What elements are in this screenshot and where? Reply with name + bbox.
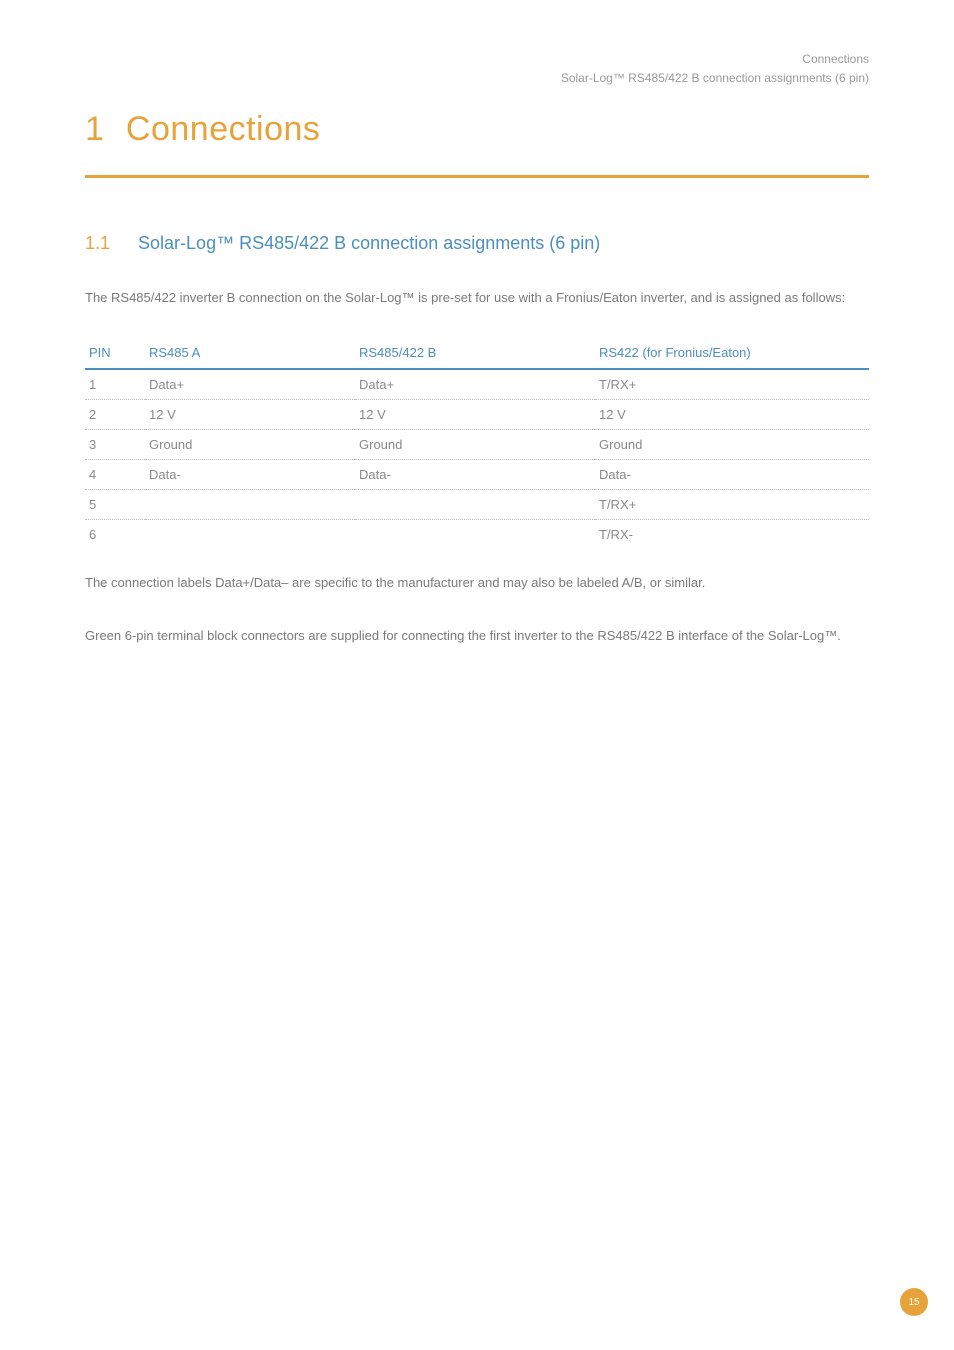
running-head-line2: Solar-Log™ RS485/422 B connection assign… <box>85 69 869 88</box>
cell-pin: 2 <box>85 400 145 430</box>
cell-a: Ground <box>145 430 355 460</box>
cell-b: Ground <box>355 430 595 460</box>
cell-c: Ground <box>595 430 869 460</box>
table-row: 4 Data- Data- Data- <box>85 460 869 490</box>
note-paragraph-2: Green 6-pin terminal block connectors ar… <box>85 624 869 649</box>
cell-c: T/RX+ <box>595 369 869 400</box>
pin-assignment-table: PIN RS485 A RS485/422 B RS422 (for Froni… <box>85 339 869 549</box>
chapter-title: Connections <box>126 110 321 149</box>
header-pin: PIN <box>85 339 145 369</box>
table-row: 6 T/RX- <box>85 520 869 550</box>
page-number: 15 <box>908 1297 919 1308</box>
cell-b <box>355 490 595 520</box>
cell-a: Data- <box>145 460 355 490</box>
cell-b: 12 V <box>355 400 595 430</box>
table-row: 3 Ground Ground Ground <box>85 430 869 460</box>
table-row: 1 Data+ Data+ T/RX+ <box>85 369 869 400</box>
cell-b <box>355 520 595 550</box>
page-number-badge: 15 <box>900 1288 928 1316</box>
table-header-row: PIN RS485 A RS485/422 B RS422 (for Froni… <box>85 339 869 369</box>
cell-b: Data- <box>355 460 595 490</box>
cell-pin: 1 <box>85 369 145 400</box>
cell-c: T/RX+ <box>595 490 869 520</box>
cell-pin: 4 <box>85 460 145 490</box>
cell-c: T/RX- <box>595 520 869 550</box>
table-body: 1 Data+ Data+ T/RX+ 2 12 V 12 V 12 V 3 G… <box>85 369 869 549</box>
table-row: 5 T/RX+ <box>85 490 869 520</box>
chapter-divider <box>85 175 869 178</box>
running-head-line1: Connections <box>85 50 869 69</box>
cell-a: 12 V <box>145 400 355 430</box>
cell-pin: 3 <box>85 430 145 460</box>
chapter-heading: 1 Connections <box>85 110 869 149</box>
cell-b: Data+ <box>355 369 595 400</box>
header-rs422: RS422 (for Fronius/Eaton) <box>595 339 869 369</box>
table-row: 2 12 V 12 V 12 V <box>85 400 869 430</box>
chapter-number: 1 <box>85 110 104 149</box>
section-title: Solar-Log™ RS485/422 B connection assign… <box>138 233 600 254</box>
cell-a <box>145 490 355 520</box>
header-rs485a: RS485 A <box>145 339 355 369</box>
header-rs485b: RS485/422 B <box>355 339 595 369</box>
section-number: 1.1 <box>85 233 110 254</box>
cell-c: 12 V <box>595 400 869 430</box>
cell-c: Data- <box>595 460 869 490</box>
intro-paragraph: The RS485/422 inverter B connection on t… <box>85 286 869 311</box>
cell-a: Data+ <box>145 369 355 400</box>
cell-pin: 5 <box>85 490 145 520</box>
cell-a <box>145 520 355 550</box>
section-heading: 1.1 Solar-Log™ RS485/422 B connection as… <box>85 233 869 254</box>
running-head: Connections Solar-Log™ RS485/422 B conne… <box>85 50 869 88</box>
cell-pin: 6 <box>85 520 145 550</box>
note-paragraph-1: The connection labels Data+/Data– are sp… <box>85 571 869 596</box>
